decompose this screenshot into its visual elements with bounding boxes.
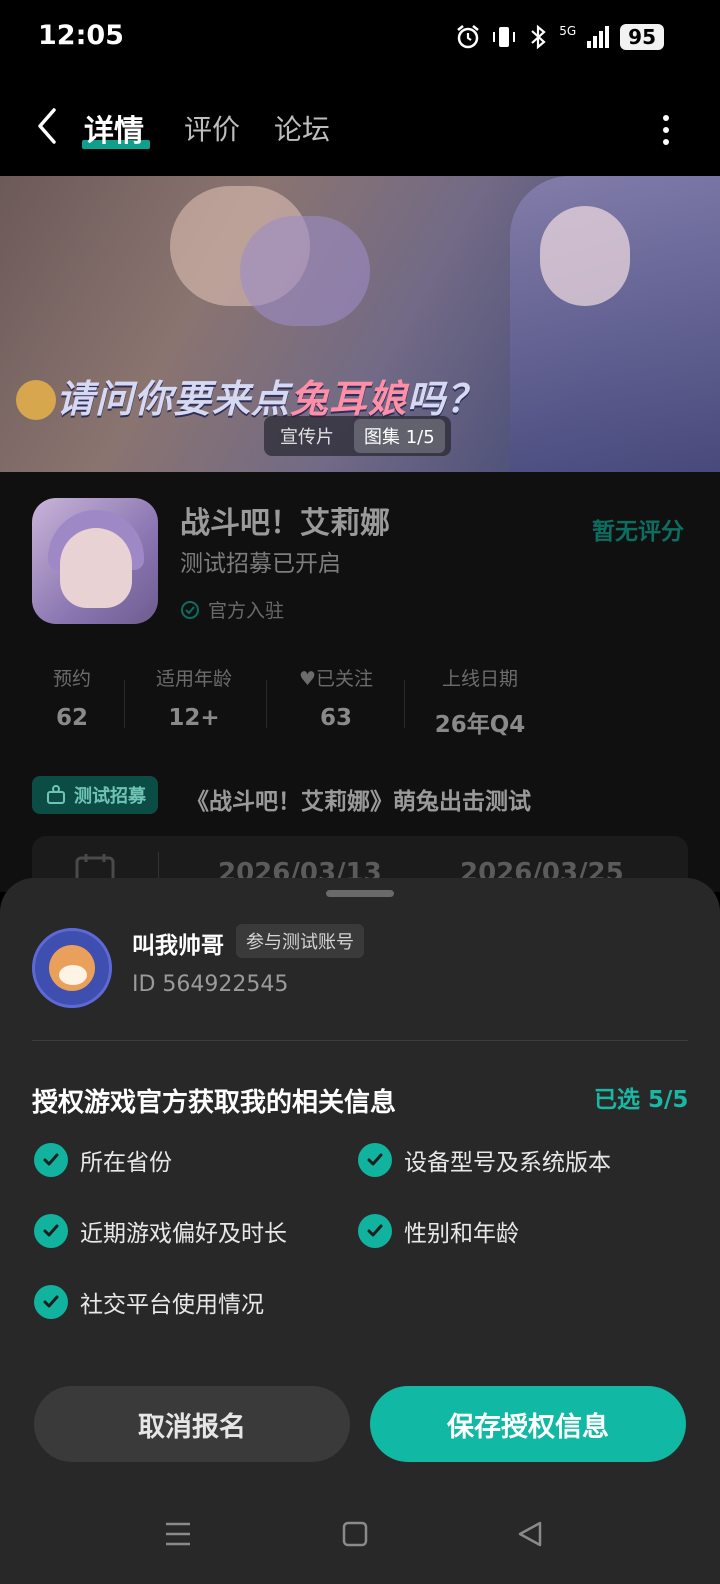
back-icon[interactable] <box>28 104 68 148</box>
auth-selected-count[interactable]: 已选 5/5 <box>594 1080 688 1114</box>
alarm-icon <box>457 25 479 49</box>
status-icons: 5G 95 <box>455 24 664 50</box>
official-badge: 官方入驻 <box>180 596 284 623</box>
avatar <box>32 928 112 1008</box>
heart-icon: ♥ <box>298 668 317 690</box>
recruit-title[interactable]: 《战斗吧！艾莉娜》萌兔出击测试 <box>186 782 531 816</box>
permission-gender-age[interactable]: 性别和年龄 <box>358 1214 519 1248</box>
permission-device[interactable]: 设备型号及系统版本 <box>358 1143 611 1177</box>
check-icon[interactable] <box>34 1214 68 1248</box>
vibrate-icon <box>493 27 516 47</box>
sheet-divider <box>32 1040 688 1041</box>
user-id: ID 564922545 <box>132 972 289 997</box>
check-circle-icon <box>181 600 199 619</box>
recruit-icon <box>47 785 65 804</box>
tab-details[interactable]: 详情 <box>84 106 144 150</box>
more-icon[interactable] <box>660 112 672 148</box>
permission-social[interactable]: 社交平台使用情况 <box>34 1285 264 1319</box>
rating-label: 暂无评分 <box>592 519 684 545</box>
check-icon[interactable] <box>34 1285 68 1319</box>
user-badge: 参与测试账号 <box>236 924 364 958</box>
banner-headline: 请问你要来点兔耳娘吗？ <box>56 377 486 421</box>
bunny-logo-icon <box>16 380 56 420</box>
cancel-signup-button[interactable]: 取消报名 <box>34 1386 350 1462</box>
stat-divider <box>404 680 405 728</box>
sheet-drag-handle[interactable] <box>326 890 394 897</box>
chip-video[interactable]: 宣传片 <box>270 419 344 453</box>
signal-icon <box>587 26 610 48</box>
permission-province[interactable]: 所在省份 <box>34 1143 172 1177</box>
recruit-tag: 测试招募 <box>32 776 158 814</box>
battery-indicator: 95 <box>620 24 664 50</box>
check-icon[interactable] <box>358 1143 392 1177</box>
bluetooth-icon <box>531 24 546 50</box>
check-icon[interactable] <box>358 1214 392 1248</box>
stat-followers[interactable]: ♥已关注 63 <box>266 664 406 731</box>
chip-gallery[interactable]: 图集 1/5 <box>354 419 445 453</box>
user-name: 叫我帅哥 <box>132 933 224 959</box>
stat-launch-date: 上线日期 26年Q4 <box>434 668 526 738</box>
home-icon[interactable] <box>342 1520 368 1548</box>
app-name: 战斗吧！艾莉娜 <box>180 506 390 541</box>
menu-icon[interactable] <box>164 1520 192 1548</box>
media-switcher: 宣传片 图集 1/5 <box>264 416 451 456</box>
back-nav-icon[interactable] <box>516 1520 544 1548</box>
app-icon <box>32 498 158 624</box>
check-icon[interactable] <box>34 1143 68 1177</box>
tab-reviews[interactable]: 评价 <box>184 108 240 148</box>
save-authorization-button[interactable]: 保存授权信息 <box>370 1386 686 1462</box>
auth-title: 授权游戏官方获取我的相关信息 <box>32 1088 397 1118</box>
status-time: 12:05 <box>38 20 124 51</box>
app-subtitle: 测试招募已开启 <box>180 551 341 577</box>
stat-age: 适用年龄 12+ <box>155 668 232 731</box>
stat-reservations: 预约 62 <box>52 668 91 731</box>
network-type: 5G <box>559 24 577 38</box>
permission-game-preference[interactable]: 近期游戏偏好及时长 <box>34 1214 287 1248</box>
tab-forum[interactable]: 论坛 <box>274 108 330 148</box>
